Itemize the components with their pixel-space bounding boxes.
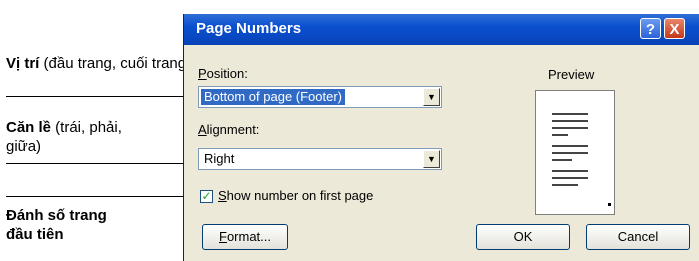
page-numbers-dialog: Page Numbers ? X Position: Bottom of pag… xyxy=(183,14,699,261)
preview-page-number-dot xyxy=(608,203,611,206)
preview-page xyxy=(535,90,615,215)
preview-line xyxy=(552,184,578,186)
close-button[interactable]: X xyxy=(664,18,685,39)
annotation-alignment: Căn lề (trái, phải, giữa) xyxy=(6,118,136,156)
show-first-page-accel: S xyxy=(218,188,227,203)
preview-line xyxy=(552,177,588,179)
preview-line xyxy=(552,113,588,115)
title-bar[interactable]: Page Numbers ? X xyxy=(184,14,699,45)
preview-line xyxy=(552,127,588,129)
ok-button[interactable]: OK xyxy=(476,224,570,250)
format-button-accel: F xyxy=(218,229,227,244)
preview-line xyxy=(552,152,588,154)
format-button[interactable]: Format... xyxy=(202,224,288,250)
show-first-page-checkbox[interactable]: ✓ xyxy=(200,190,213,203)
position-value: Bottom of page (Footer) xyxy=(201,89,346,105)
alignment-leader-line xyxy=(6,163,198,164)
position-dropdown[interactable]: Bottom of page (Footer) ▼ xyxy=(198,86,442,108)
position-dropdown-arrow-icon[interactable]: ▼ xyxy=(423,88,440,106)
position-label: Position: xyxy=(198,66,248,81)
annotation-alignment-bold: Căn lề xyxy=(6,119,52,136)
position-label-accel: P xyxy=(198,66,207,81)
preview-line xyxy=(552,170,588,172)
cancel-button[interactable]: Cancel xyxy=(586,224,690,250)
preview-line xyxy=(552,159,572,161)
alignment-label: Alignment: xyxy=(198,122,259,137)
alignment-value: Right xyxy=(204,151,235,166)
alignment-label-accel: A xyxy=(198,122,207,137)
preview-line xyxy=(552,134,568,136)
help-button[interactable]: ? xyxy=(640,18,661,39)
annotation-first-page-line2: đầu tiên xyxy=(6,226,64,243)
alignment-label-text: lignment: xyxy=(206,122,260,137)
alignment-dropdown[interactable]: Right ▼ xyxy=(198,148,442,170)
preview-line xyxy=(552,120,588,122)
annotation-first-page-line1: Đánh số trang xyxy=(6,207,107,224)
position-leader-line xyxy=(6,96,198,97)
position-label-text: osition: xyxy=(206,66,248,81)
show-first-page-text: how number on first page xyxy=(226,188,374,203)
dialog-title: Page Numbers xyxy=(196,20,302,37)
show-first-page-label[interactable]: Show number on first page xyxy=(218,188,373,203)
annotation-position-rest: (đầu trang, cuối trang) xyxy=(39,55,192,72)
alignment-dropdown-arrow-icon[interactable]: ▼ xyxy=(423,150,440,168)
preview-label: Preview xyxy=(548,67,595,82)
preview-line xyxy=(552,145,588,147)
annotation-first-page: Đánh số trang đầu tiên xyxy=(6,206,107,244)
annotation-position: Vị trí (đầu trang, cuối trang) xyxy=(6,54,191,73)
firstpage-leader-line xyxy=(6,196,198,197)
annotation-position-bold: Vị trí xyxy=(6,55,40,72)
format-button-text: ormat... xyxy=(226,229,272,244)
